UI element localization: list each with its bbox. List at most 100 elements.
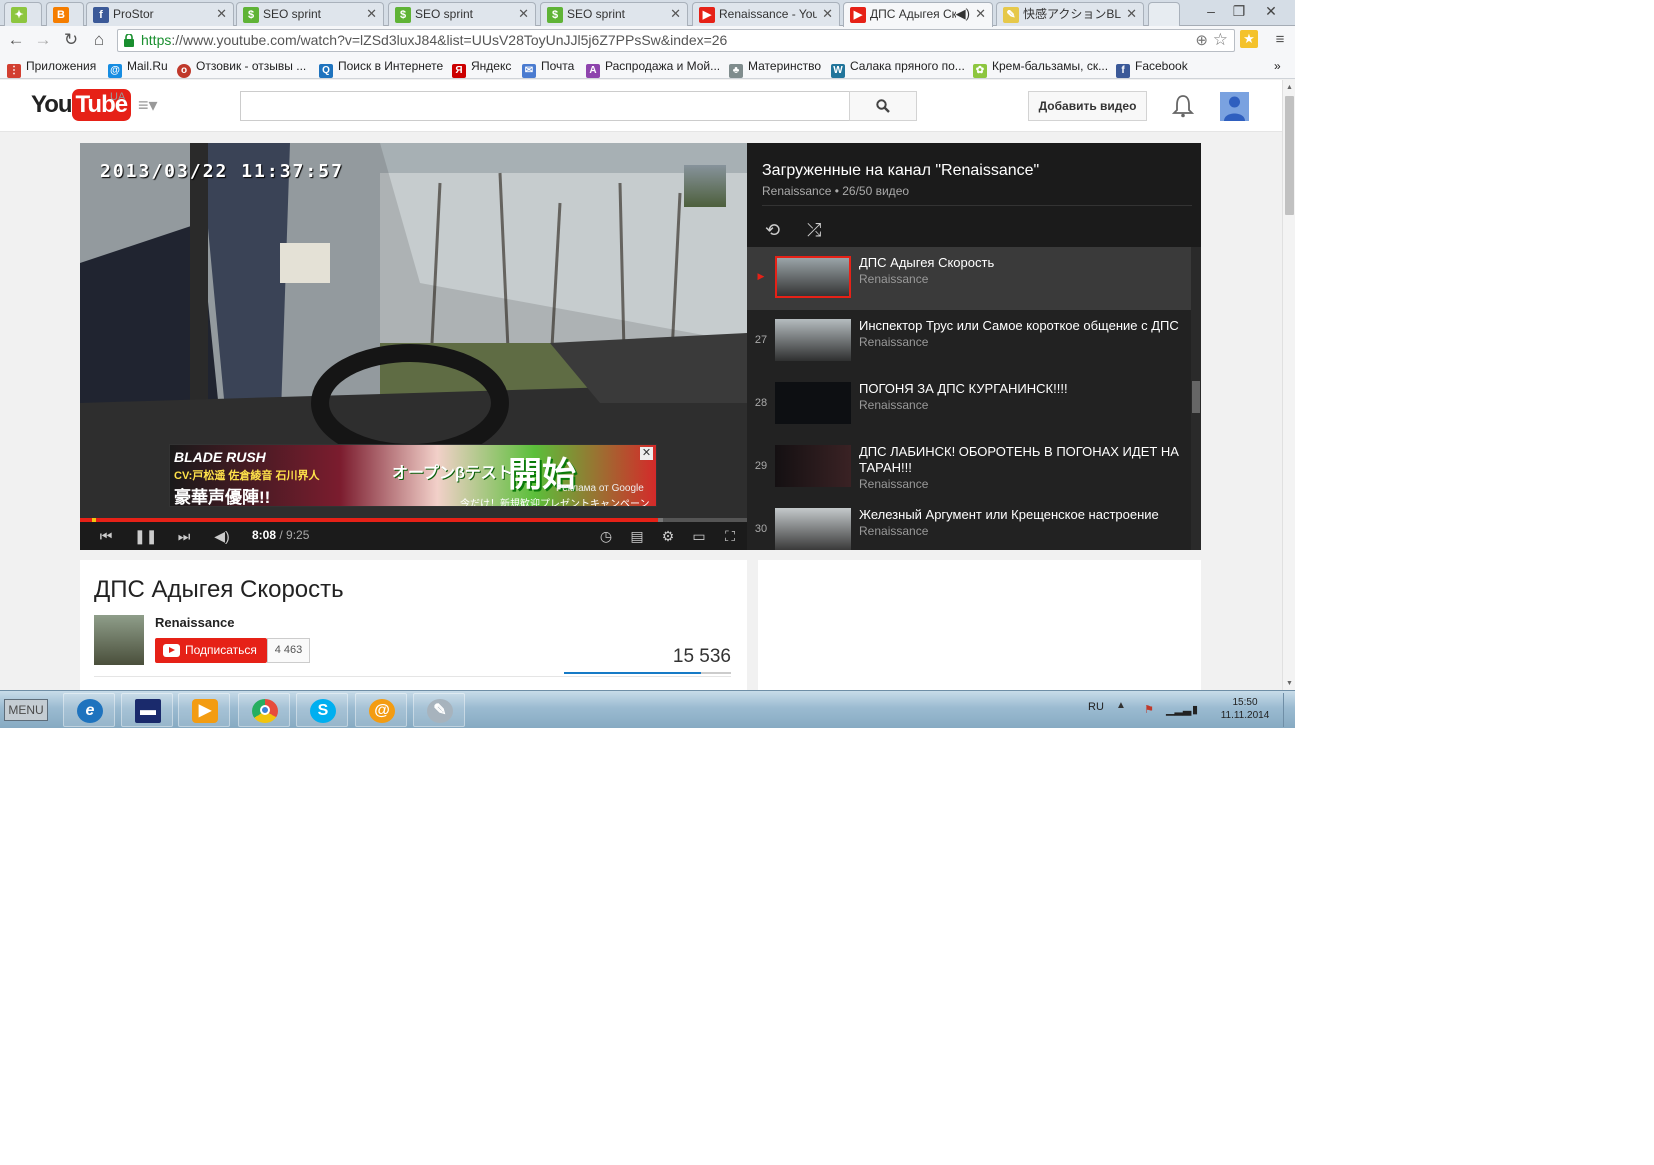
bookmark-otzovik[interactable]: o Отзовик - отзывы ... xyxy=(177,59,306,78)
bookmark-yandex[interactable]: Я Яндекс xyxy=(452,59,511,78)
bookmark-cream[interactable]: ✿ Крем-бальзамы, ск... xyxy=(973,59,1108,78)
media-player-app[interactable]: ▶ xyxy=(178,693,230,727)
playlist-subtitle: Renaissance • 26/50 видео xyxy=(762,184,910,198)
tab-7-active[interactable]: ▶ ДПС Адыгея Ск ◀) ✕ xyxy=(843,2,993,27)
close-tab-icon[interactable]: ✕ xyxy=(216,3,227,25)
minimize-icon[interactable]: – xyxy=(1196,0,1226,22)
channel-name[interactable]: Renaissance xyxy=(155,615,235,630)
show-hidden-icons-icon[interactable]: ▲ xyxy=(1116,700,1126,711)
bookmark-star-icon[interactable]: ☆ xyxy=(1213,30,1228,50)
account-avatar[interactable] xyxy=(1220,92,1249,121)
theater-mode-icon[interactable]: ▭ xyxy=(689,527,709,545)
system-clock[interactable]: 15:50 11.11.2014 xyxy=(1218,696,1272,722)
back-arrow-icon[interactable]: ← xyxy=(5,29,27,51)
network-signal-icon[interactable]: ▁▂▃ xyxy=(1166,703,1191,717)
tab-1[interactable]: B xyxy=(46,2,84,26)
close-tab-icon[interactable]: ✕ xyxy=(975,3,986,25)
scroll-down-icon[interactable]: ▼ xyxy=(1283,678,1295,690)
playlist-item[interactable]: 27 Инспектор Трус или Самое короткое общ… xyxy=(747,310,1191,373)
restore-icon[interactable]: ❐ xyxy=(1224,0,1254,22)
tab-4[interactable]: $ SEO sprint ✕ xyxy=(388,2,536,26)
notification-bell-icon[interactable] xyxy=(1172,94,1194,118)
previous-icon[interactable]: ⏮ xyxy=(96,527,116,545)
shuffle-icon[interactable]: ⤮ xyxy=(807,220,821,241)
tab-8[interactable]: ✎ 快感アクションBLAD ✕ xyxy=(996,2,1144,26)
reload-icon[interactable]: ↻ xyxy=(60,29,82,51)
windows-taskbar: MENU e ▬ ▶ S @ ✎ RU ▲ ⚑ ▁▂▃ ▮ 15:50 11.11… xyxy=(0,690,1295,728)
close-tab-icon[interactable]: ✕ xyxy=(670,3,681,25)
channel-watermark[interactable] xyxy=(684,165,726,207)
facebook-icon: f xyxy=(1116,64,1130,78)
bookmark-salaka[interactable]: W Салака пряного по... xyxy=(831,59,965,78)
skype-app[interactable]: S xyxy=(296,693,348,727)
tab-3[interactable]: $ SEO sprint ✕ xyxy=(236,2,384,26)
bookmark-mailru[interactable]: @ Mail.Ru xyxy=(108,59,168,78)
bookmark-sale[interactable]: A Распродажа и Мой... xyxy=(586,59,720,78)
mail-client-app[interactable]: @ xyxy=(355,693,407,727)
bookmarks-overflow[interactable]: » xyxy=(1274,59,1281,73)
bookmark-materinstvo[interactable]: ♣ Материнство xyxy=(729,59,821,78)
chrome-app[interactable] xyxy=(238,693,290,727)
menu-hamburger-icon[interactable]: ≡ xyxy=(1269,29,1291,51)
forward-arrow-icon[interactable]: → xyxy=(32,29,54,51)
language-indicator[interactable]: RU xyxy=(1088,701,1104,713)
settings-gear-icon[interactable]: ⚙ xyxy=(658,527,678,545)
search-input[interactable] xyxy=(240,91,850,121)
scroll-up-icon[interactable]: ▲ xyxy=(1283,82,1295,94)
playlist-title[interactable]: Загруженные на канал "Renaissance" xyxy=(762,162,1039,180)
start-menu-button[interactable]: MENU xyxy=(4,699,48,721)
overlay-ad-banner[interactable]: BLADE RUSH CV:戸松遥 佐倉綾音 石川界人 豪華声優陣!! オープン… xyxy=(169,444,657,507)
video-player[interactable]: 2013/03/22 11:37:57 BLADE RUSH CV:戸松遥 佐倉… xyxy=(80,143,747,550)
playlist-item[interactable]: 30 Железный Аргумент или Крещенское наст… xyxy=(747,499,1191,550)
bookmark-search[interactable]: Q Поиск в Интернете xyxy=(319,59,443,78)
playlist-scrollbar[interactable] xyxy=(1191,247,1201,550)
user-silhouette-icon xyxy=(1224,96,1245,121)
playlist-item[interactable]: 28 ПОГОНЯ ЗА ДПС КУРГАНИНСК!!!! Renaissan… xyxy=(747,373,1191,436)
tab-2[interactable]: f ProStor ✕ xyxy=(86,2,234,26)
guide-menu-icon[interactable]: ≡▾ xyxy=(138,96,158,114)
bookmark-facebook[interactable]: f Facebook xyxy=(1116,59,1188,78)
new-tab-button[interactable] xyxy=(1148,2,1180,26)
watch-later-icon[interactable]: ◷ xyxy=(596,527,616,545)
upload-video-button[interactable]: Добавить видео xyxy=(1028,91,1147,121)
fullscreen-icon[interactable]: ⛶ xyxy=(720,527,740,545)
media-window-app[interactable]: ▬ xyxy=(121,693,173,727)
close-ad-icon[interactable]: ✕ xyxy=(640,447,653,460)
captions-icon[interactable]: ▤ xyxy=(627,527,647,545)
tab-6[interactable]: ▶ Renaissance - YouTu ✕ xyxy=(692,2,840,26)
playlist-scroll-thumb[interactable] xyxy=(1192,381,1200,413)
close-tab-icon[interactable]: ✕ xyxy=(518,3,529,25)
pause-icon[interactable]: ❚❚ xyxy=(134,527,157,545)
paint-app[interactable]: ✎ xyxy=(413,693,465,727)
home-icon[interactable]: ⌂ xyxy=(88,29,110,51)
zoom-icon[interactable]: ⊕ xyxy=(1195,31,1208,49)
show-desktop-button[interactable] xyxy=(1283,693,1293,727)
extension-star-icon[interactable]: ★ xyxy=(1240,30,1258,48)
youtube-logo[interactable]: You Tube UA xyxy=(31,89,132,121)
close-tab-icon[interactable]: ✕ xyxy=(822,3,833,25)
close-tab-icon[interactable]: ✕ xyxy=(1126,3,1137,25)
page-scroll-thumb[interactable] xyxy=(1285,96,1294,215)
volume-icon[interactable]: ◀) xyxy=(212,527,232,545)
playlist-item[interactable]: 29 ДПС ЛАБИНСК! ОБОРОТЕНЬ В ПОГОНАХ ИДЕТ… xyxy=(747,436,1191,499)
power-icon[interactable]: ▮ xyxy=(1188,703,1202,717)
page-scrollbar[interactable]: ▲ ▼ xyxy=(1282,80,1295,690)
search-button[interactable] xyxy=(849,91,917,121)
tab-5[interactable]: $ SEO sprint ✕ xyxy=(540,2,688,26)
youtube-play-icon xyxy=(163,644,180,657)
bookmark-pochta[interactable]: ✉ Почта xyxy=(522,59,574,78)
tab-title: SEO sprint xyxy=(567,7,626,21)
channel-avatar[interactable] xyxy=(94,615,144,665)
flag-warning-icon[interactable]: ⚑ xyxy=(1142,703,1156,717)
next-icon[interactable]: ⏭ xyxy=(174,527,194,545)
close-tab-icon[interactable]: ✕ xyxy=(366,3,377,25)
internet-explorer-app[interactable]: e xyxy=(63,693,115,727)
close-window-icon[interactable]: ✕ xyxy=(1256,0,1286,22)
tab-0[interactable]: ✦ xyxy=(4,2,42,26)
bookmark-apps[interactable]: ⋮ Приложения xyxy=(7,59,96,78)
address-bar[interactable]: https://www.youtube.com/watch?v=lZSd3lux… xyxy=(117,29,1235,52)
subscribe-button[interactable]: Подписаться xyxy=(155,638,267,663)
playlist-item-current[interactable]: ▶ ДПС Адыгея Скорость Renaissance xyxy=(747,247,1191,310)
video-frame[interactable]: 2013/03/22 11:37:57 BLADE RUSH CV:戸松遥 佐倉… xyxy=(80,143,747,518)
loop-icon[interactable]: ⟲ xyxy=(765,220,780,241)
